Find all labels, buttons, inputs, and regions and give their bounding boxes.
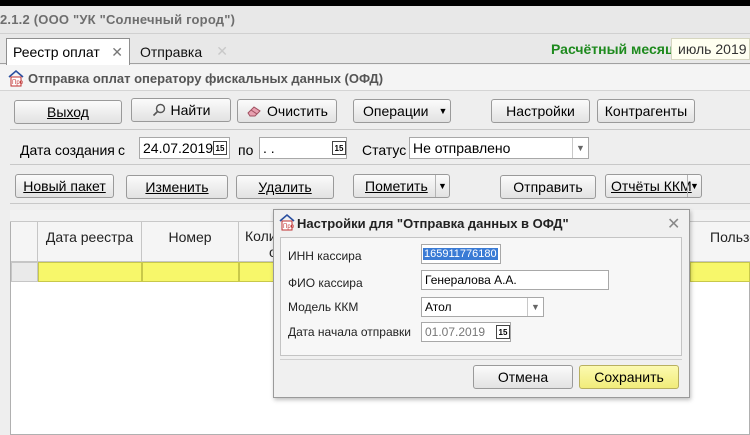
calendar-icon[interactable]: 15 xyxy=(213,141,227,155)
created-date-label: Дата создания xyxy=(20,142,115,158)
dialog-title: Настройки для "Отправка данных в ОФД" xyxy=(297,216,569,231)
tab-label: Реестр оплат xyxy=(13,44,100,60)
house-icon: Про xyxy=(8,69,24,87)
inn-label: ИНН кассира xyxy=(288,249,362,263)
counterparties-button[interactable]: Контрагенты xyxy=(597,99,695,123)
tab-label: Отправка xyxy=(140,43,203,60)
column-header-user[interactable]: Пользо xyxy=(690,222,750,262)
column-header-number[interactable]: Номер xyxy=(142,222,239,262)
divider xyxy=(10,203,750,204)
close-icon[interactable]: ✕ xyxy=(111,44,123,61)
grid-cell[interactable] xyxy=(142,262,239,282)
cancel-button[interactable]: Отмена xyxy=(473,365,573,389)
divider xyxy=(10,164,750,165)
row-indicator[interactable] xyxy=(11,262,38,282)
svg-text:Про: Про xyxy=(12,80,24,86)
send-button[interactable]: Отправить xyxy=(500,175,596,199)
tab-payment-registry[interactable]: Реестр оплат ✕ xyxy=(6,38,130,65)
period-value[interactable]: июль 2019 xyxy=(671,38,750,60)
settings-button[interactable]: Настройки xyxy=(491,99,590,123)
delete-button[interactable]: Удалить xyxy=(236,175,334,199)
chevron-down-icon: ▼ xyxy=(435,175,449,197)
tab-send[interactable]: Отправка ✕ xyxy=(134,38,234,65)
exit-button[interactable]: Выход xyxy=(14,100,122,124)
calendar-icon[interactable]: 15 xyxy=(496,325,510,339)
fio-input[interactable]: Генералова А.А. xyxy=(421,270,609,290)
status-label: Статус xyxy=(362,142,407,158)
column-header-registry-date[interactable]: Дата реестра xyxy=(38,222,142,262)
to-label: по xyxy=(238,142,254,158)
clear-button[interactable]: Очистить xyxy=(237,99,337,123)
close-icon[interactable]: ✕ xyxy=(216,43,228,60)
close-icon[interactable]: ✕ xyxy=(667,214,680,234)
magnifier-icon xyxy=(152,103,165,117)
divider xyxy=(10,129,750,130)
house-icon: Про xyxy=(279,213,295,231)
chevron-down-icon: ▼ xyxy=(572,138,588,158)
mark-dropdown-button[interactable]: Пометить ▼ xyxy=(353,174,450,198)
calendar-icon[interactable]: 15 xyxy=(332,141,346,155)
start-date-label: Дата начала отправки xyxy=(288,325,411,339)
save-button[interactable]: Сохранить xyxy=(579,365,679,389)
kkm-reports-dropdown-button[interactable]: Отчёты ККМ ▼ xyxy=(605,174,702,198)
row-indicator-header xyxy=(11,222,38,262)
chevron-down-icon: ▼ xyxy=(438,106,448,116)
divider xyxy=(280,359,682,360)
chevron-down-icon: ▼ xyxy=(687,175,701,197)
app-title: 2.1.2 (ООО "УК "Солнечный город") xyxy=(0,12,236,27)
kkm-model-label: Модель ККМ xyxy=(288,300,359,314)
kkm-model-select[interactable]: Атол ▼ xyxy=(421,297,544,317)
page-title: Отправка оплат оператору фискальных данн… xyxy=(28,71,384,86)
from-label: с xyxy=(118,142,125,158)
new-packet-button[interactable]: Новый пакет xyxy=(15,174,114,198)
chevron-down-icon: ▼ xyxy=(527,298,543,316)
fio-label: ФИО кассира xyxy=(288,276,363,290)
period-label: Расчётный месяц xyxy=(551,41,674,57)
inn-input[interactable]: 165911776180 xyxy=(421,244,501,264)
status-select[interactable]: Не отправлено ▼ xyxy=(409,137,589,159)
edit-button[interactable]: Изменить xyxy=(126,175,228,199)
operations-dropdown-button[interactable]: Операции ▼ xyxy=(353,99,451,123)
grid-cell[interactable] xyxy=(38,262,142,282)
find-button[interactable]: Найти xyxy=(131,98,231,122)
svg-text:Про: Про xyxy=(283,224,295,230)
grid-cell[interactable] xyxy=(690,262,750,282)
eraser-icon xyxy=(247,106,261,117)
